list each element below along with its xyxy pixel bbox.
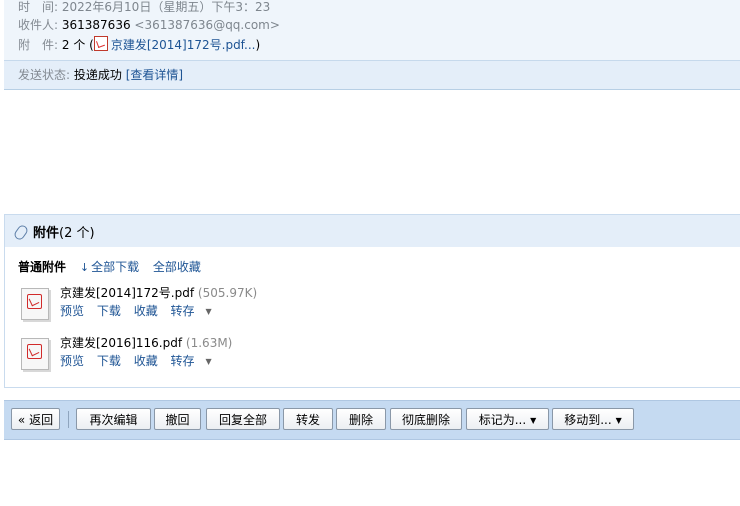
download-all-link[interactable]: 全部下载 xyxy=(91,260,139,274)
toolbar-separator xyxy=(68,411,69,428)
attachment-count: 2 个 ( xyxy=(61,38,94,52)
move-to-label: 移动到... xyxy=(564,413,612,427)
caret-down-icon: ▼ xyxy=(205,357,212,366)
attachment-title: 附件 xyxy=(33,226,60,241)
favorite-link[interactable]: 收藏 xyxy=(134,354,158,368)
attachment-panel: 附件(2 个) 普通附件 ↓ 全部下载 全部收藏 京建发[2014]172号.pd… xyxy=(4,214,740,388)
recipient-row: 收件人: 361387636 <361387636@qq.com> xyxy=(18,15,280,35)
save-to-label: 转存 xyxy=(170,354,195,368)
mark-as-label: 标记为... xyxy=(478,413,527,427)
delete-button[interactable]: 删除 xyxy=(336,408,386,430)
save-all-link[interactable]: 全部收藏 xyxy=(153,260,201,274)
send-status-label: 发送状态: xyxy=(18,68,71,82)
attachment-label: 附 件: xyxy=(18,38,59,52)
pdf-file-icon[interactable] xyxy=(21,338,49,370)
attachment-tools: 普通附件 ↓ 全部下载 全部收藏 xyxy=(18,259,201,276)
download-arrow-icon: ↓ xyxy=(79,261,90,274)
save-to-label: 转存 xyxy=(170,304,195,318)
file-size: (1.63M) xyxy=(185,336,233,350)
normal-attachment-label: 普通附件 xyxy=(18,260,67,274)
recipient-label: 收件人: xyxy=(18,18,59,32)
time-value: 2022年6月10日（星期五）下午3：23 xyxy=(61,0,271,14)
mark-as-dropdown[interactable]: 标记为... ▼ xyxy=(466,408,549,430)
file-name[interactable]: 京建发[2014]172号.pdf xyxy=(60,286,194,300)
attachment-close: ) xyxy=(255,38,261,52)
recipient-email: <361387636@qq.com> xyxy=(134,18,280,32)
save-to-dropdown[interactable]: 转存 ▼ xyxy=(171,304,221,318)
file-name[interactable]: 京建发[2016]116.pdf xyxy=(60,336,182,350)
attachment-total: (2 个) xyxy=(59,226,95,241)
attachment-link[interactable]: 京建发[2014]172号.pdf... xyxy=(111,38,256,52)
recall-button[interactable]: 撤回 xyxy=(154,408,201,430)
pdf-file-icon[interactable] xyxy=(21,288,49,320)
download-link[interactable]: 下载 xyxy=(97,304,121,318)
attachment-panel-header: 附件(2 个) xyxy=(5,215,740,247)
re-edit-button[interactable]: 再次编辑 xyxy=(76,408,151,430)
send-status-bar: 发送状态: 投递成功 [查看详情] xyxy=(4,60,740,89)
back-button[interactable]: « 返回 xyxy=(11,408,60,430)
caret-down-icon: ▼ xyxy=(205,307,212,316)
forward-button[interactable]: 转发 xyxy=(283,408,333,430)
recipient-name[interactable]: 361387636 xyxy=(62,18,131,32)
caret-down-icon: ▼ xyxy=(530,416,537,425)
email-header: 时 间: 2022年6月10日（星期五）下午3：23 收件人: 36138763… xyxy=(4,0,740,90)
file-size: (505.97K) xyxy=(197,286,258,300)
send-status-value: 投递成功 xyxy=(73,68,122,82)
preview-link[interactable]: 预览 xyxy=(60,354,84,368)
save-to-dropdown[interactable]: 转存 ▼ xyxy=(171,354,221,368)
pdf-icon xyxy=(93,36,108,51)
caret-down-icon: ▼ xyxy=(615,416,622,425)
delete-permanently-button[interactable]: 彻底删除 xyxy=(390,408,462,430)
favorite-link[interactable]: 收藏 xyxy=(134,304,158,318)
view-details-link[interactable]: [查看详情] xyxy=(126,68,183,82)
mail-action-toolbar: « 返回 再次编辑 撤回 回复全部 转发 删除 彻底删除 标记为... ▼ 移动到… xyxy=(4,400,740,440)
paperclip-icon xyxy=(12,223,30,242)
reply-all-button[interactable]: 回复全部 xyxy=(206,408,280,430)
time-label: 时 间: xyxy=(18,0,59,14)
attachment-row: 附 件: 2 个 ( 京建发[2014]172号.pdf...) xyxy=(18,35,260,55)
preview-link[interactable]: 预览 xyxy=(60,304,84,318)
download-link[interactable]: 下载 xyxy=(97,354,121,368)
move-to-dropdown[interactable]: 移动到... ▼ xyxy=(552,408,634,430)
